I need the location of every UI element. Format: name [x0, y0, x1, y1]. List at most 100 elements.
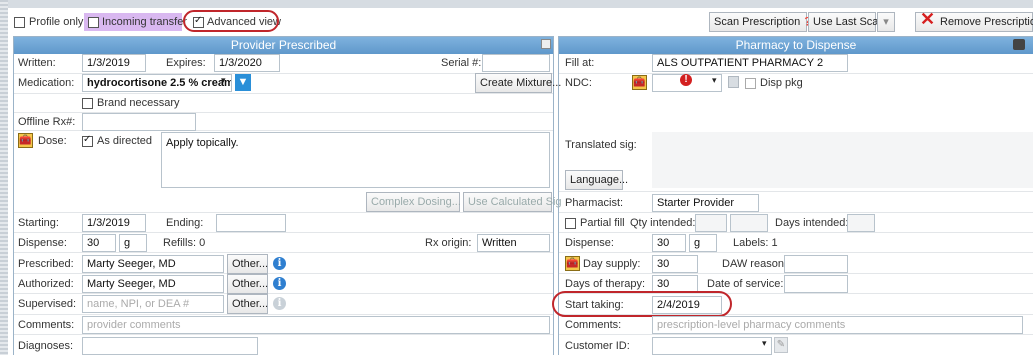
edit-icon[interactable]: ✎: [774, 337, 788, 353]
provider-comments-input[interactable]: provider comments: [82, 316, 550, 334]
filter-icon[interactable]: ▼: [235, 74, 251, 91]
ending-date-input[interactable]: [216, 214, 286, 232]
use-last-scan-label: Use Last Scan: [813, 16, 885, 28]
complex-dosing-button[interactable]: Complex Dosing...: [366, 192, 461, 212]
disp-pkg-label: Disp pkg: [760, 77, 803, 89]
qty-intended-input[interactable]: [695, 214, 727, 232]
day-supply-input[interactable]: 30: [652, 255, 698, 273]
row-divider: [559, 273, 1033, 274]
row-divider: [559, 73, 1033, 74]
error-icon: !: [680, 74, 692, 86]
row-divider: [559, 334, 1033, 335]
rx-origin-input[interactable]: Written: [477, 234, 550, 252]
written-date-input[interactable]: 1/3/2019: [82, 54, 146, 72]
daw-reason-input[interactable]: [784, 255, 848, 273]
refills-value[interactable]: 0: [199, 237, 205, 249]
authorized-label: Authorized:: [18, 278, 74, 290]
refills-label: Refills: 0: [163, 235, 205, 251]
translated-sig-label: Translated sig:: [565, 139, 637, 151]
authorized-other-button[interactable]: Other...: [227, 274, 268, 294]
serial-input[interactable]: [482, 54, 550, 72]
brand-necessary-checkbox[interactable]: [82, 98, 93, 109]
use-calculated-sig-button[interactable]: Use Calculated Sig: [463, 192, 562, 212]
day-supply-tool-icon[interactable]: 🧰: [565, 256, 580, 271]
info-icon[interactable]: i: [273, 277, 286, 290]
row-divider: [14, 273, 553, 274]
supervised-label: Supervised:: [18, 298, 77, 310]
scan-prescription-button[interactable]: Scan Prescription ❓: [709, 12, 812, 32]
starting-date-input[interactable]: 1/3/2019: [82, 214, 146, 232]
expires-label: Expires:: [166, 57, 206, 69]
row-divider: [14, 93, 553, 94]
date-of-service-label: Date of service:: [707, 278, 784, 290]
row-divider: [14, 314, 553, 315]
supervised-input[interactable]: name, NPI, or DEA #: [82, 295, 224, 313]
pharmacy-dispense-unit-input[interactable]: g: [689, 234, 717, 252]
authorized-input[interactable]: Marty Seeger, MD: [82, 275, 224, 293]
ending-label: Ending:: [166, 217, 204, 229]
refills-label-text: Refills:: [163, 237, 197, 249]
incoming-transfer-checkbox[interactable]: [88, 17, 99, 28]
partial-fill-label: Partial fill: [580, 217, 625, 229]
language-button[interactable]: Language...: [565, 170, 628, 190]
dispense-qty-input[interactable]: 30: [82, 234, 116, 252]
diagnoses-input[interactable]: [82, 337, 258, 355]
days-intended-input[interactable]: [847, 214, 875, 232]
days-intended-label: Days intended:: [775, 217, 849, 229]
camera-icon[interactable]: [1013, 39, 1025, 50]
date-of-service-input[interactable]: [784, 275, 848, 293]
row-divider: [559, 252, 1033, 253]
as-directed-label: As directed: [97, 135, 153, 147]
use-last-scan-button[interactable]: Use Last Scan ❓: [808, 12, 897, 32]
labels-value[interactable]: 1: [772, 237, 778, 249]
dose-label: Dose:: [38, 135, 67, 147]
pharmacist-input[interactable]: Starter Provider: [652, 194, 759, 212]
fill-at-input[interactable]: ALS OUTPATIENT PHARMACY 2: [652, 54, 848, 72]
starting-label: Starting:: [18, 217, 59, 229]
use-last-scan-dropdown[interactable]: ▾: [877, 12, 895, 32]
prescribed-label: Prescribed:: [18, 258, 74, 270]
row-divider: [559, 232, 1033, 233]
pharmacist-label: Pharmacist:: [565, 197, 624, 209]
supervised-other-button[interactable]: Other...: [227, 294, 268, 314]
collapse-icon[interactable]: [541, 39, 551, 49]
info-icon[interactable]: i: [273, 257, 286, 270]
offline-rx-input[interactable]: [82, 113, 196, 131]
row-divider: [14, 334, 553, 335]
pharmacy-comments-input[interactable]: prescription-level pharmacy comments: [652, 316, 1023, 334]
chevron-down-icon: ▾: [221, 75, 226, 85]
diagnoses-label: Diagnoses:: [18, 340, 74, 352]
prescribed-input[interactable]: Marty Seeger, MD: [82, 255, 224, 273]
medication-select[interactable]: hydrocortisone 2.5 % cream: [82, 74, 232, 92]
medication-value: hydrocortisone 2.5 % cream: [87, 77, 232, 89]
ndc-tool-icon[interactable]: 🧰: [632, 75, 647, 90]
row-divider: [559, 191, 1033, 192]
window-top-border: [0, 0, 1033, 8]
chevron-down-icon: ▾: [712, 75, 717, 85]
lock-icon[interactable]: [728, 76, 739, 88]
profile-only-label: Profile only: [29, 16, 84, 28]
qty-intended-unit-input[interactable]: [730, 214, 768, 232]
expires-date-input[interactable]: 1/3/2020: [214, 54, 280, 72]
partial-fill-checkbox[interactable]: [565, 218, 576, 229]
customer-id-select[interactable]: [652, 337, 772, 355]
comments-label: Comments:: [18, 319, 75, 331]
prescribed-other-button[interactable]: Other...: [227, 254, 268, 274]
remove-prescription-label: Remove Prescription: [940, 16, 1033, 28]
brand-necessary-label: Brand necessary: [97, 97, 180, 109]
dose-calculator-icon[interactable]: 🧰: [18, 133, 33, 148]
pharmacy-comments-label: Comments:: [565, 319, 622, 331]
labels-label-text: Labels:: [733, 237, 769, 249]
window-left-border: [0, 0, 8, 355]
daw-reason-label: DAW reason:: [722, 258, 788, 270]
provider-panel-header: Provider Prescribed: [14, 37, 553, 54]
sig-textarea[interactable]: Apply topically.: [161, 132, 550, 188]
profile-only-checkbox[interactable]: [14, 17, 25, 28]
create-mixture-button[interactable]: Create Mixture...: [475, 73, 561, 93]
dispense-unit-input[interactable]: g: [119, 234, 147, 252]
pharmacy-dispense-qty-input[interactable]: 30: [652, 234, 686, 252]
row-divider: [14, 212, 553, 213]
ndc-label: NDC:: [565, 77, 592, 89]
disp-pkg-checkbox[interactable]: [745, 78, 756, 89]
as-directed-checkbox[interactable]: [82, 134, 93, 147]
